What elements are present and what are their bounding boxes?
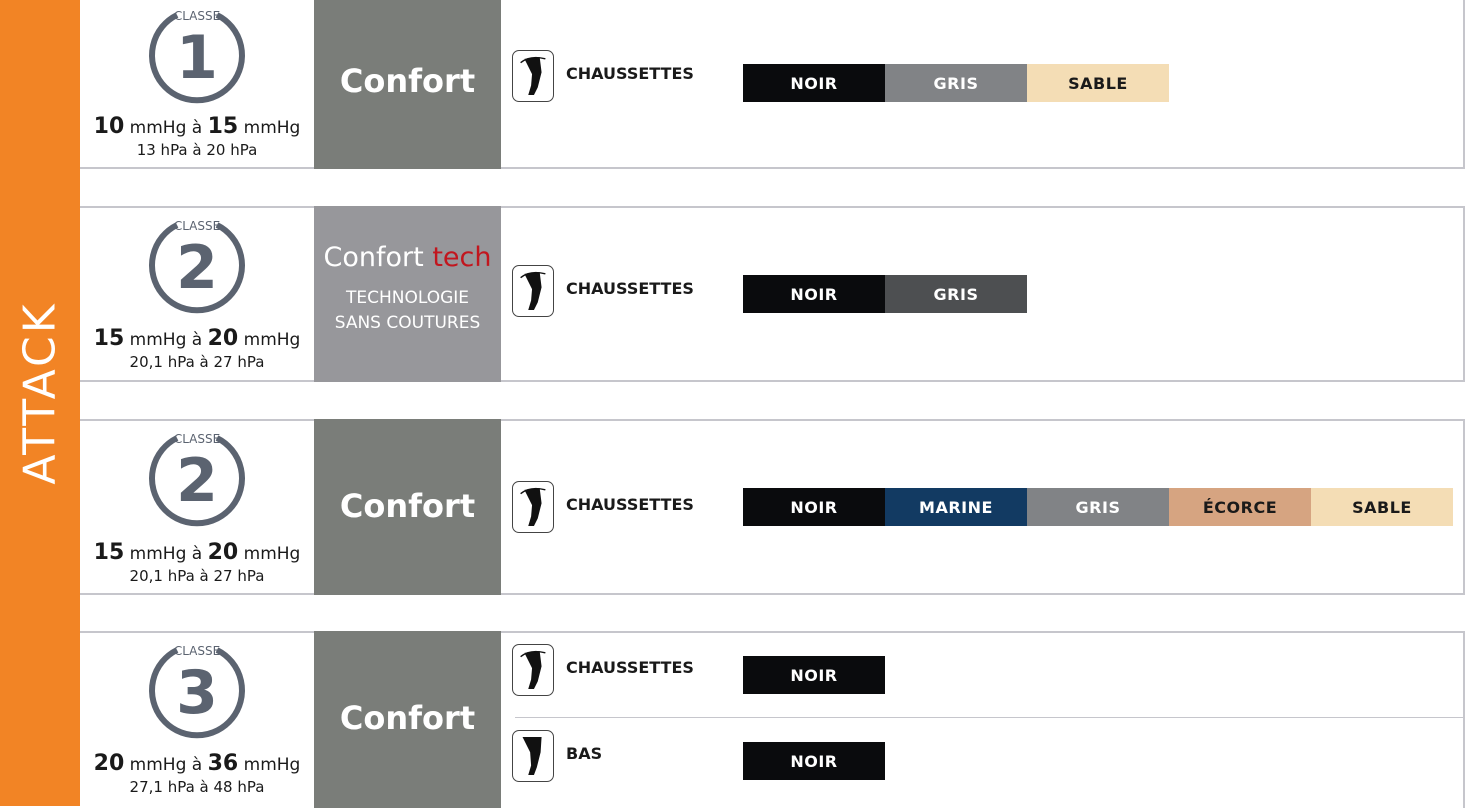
range-title: Confort — [339, 699, 476, 737]
range-cell: Confort — [314, 419, 501, 595]
sock-leg-icon — [512, 481, 554, 533]
class-badge-icon: 2 CLASSE — [149, 432, 245, 527]
color-swatches: NOIR MARINE GRIS ÉCORCE SABLE — [743, 488, 1453, 526]
swatch-noir: NOIR — [743, 742, 885, 780]
sock-leg-icon — [512, 50, 554, 102]
pressure-mmhg: 20 mmHg à 36 mmHg — [93, 751, 301, 776]
swatch-ecorce: ÉCORCE — [1169, 488, 1311, 526]
range-subtitle-2: SANS COUTURES — [334, 313, 481, 333]
color-swatches: NOIR — [743, 742, 885, 780]
pressure-mmhg: 15 mmHg à 20 mmHg — [93, 540, 301, 565]
class-badge-icon: 3 CLASSE — [149, 644, 245, 739]
swatch-gris: GRIS — [885, 275, 1027, 313]
class-number: 2 — [176, 446, 218, 516]
range-title: Confort — [339, 487, 476, 525]
pressure-hpa: 20,1 hPa à 27 hPa — [129, 353, 265, 371]
swatch-gris: GRIS — [1027, 488, 1169, 526]
range-cell: Confort tech TECHNOLOGIE SANS COUTURES — [314, 206, 501, 382]
pressure-hpa: 13 hPa à 20 hPa — [136, 141, 258, 159]
range-title: Confort tech — [323, 242, 492, 273]
class-cell: 2 CLASSE 15 mmHg à 20 mmHg 20,1 hPa à 27… — [80, 421, 314, 593]
class-label: CLASSE — [174, 219, 220, 233]
color-swatches: NOIR GRIS — [743, 275, 1027, 313]
class-cell: 3 CLASSE 20 mmHg à 36 mmHg 27,1 hPa à 48… — [80, 633, 314, 808]
range-cell: Confort — [314, 0, 501, 169]
product-divider — [515, 717, 1465, 718]
swatch-noir: NOIR — [743, 488, 885, 526]
class-label: CLASSE — [174, 432, 220, 446]
range-subtitle-1: TECHNOLOGIE — [345, 288, 470, 308]
sock-leg-icon — [512, 644, 554, 696]
stocking-leg-icon — [512, 730, 554, 782]
swatch-marine: MARINE — [885, 488, 1027, 526]
brand-sidebar: ATTACK — [0, 0, 80, 806]
class-row-4: 3 CLASSE 20 mmHg à 36 mmHg 27,1 hPa à 48… — [80, 631, 1465, 808]
class-label: CLASSE — [174, 9, 220, 23]
brand-label: ATTACK — [14, 301, 66, 485]
class-badge-icon: 1 CLASSE — [149, 9, 245, 104]
swatch-sable: SABLE — [1027, 64, 1169, 102]
pressure-hpa: 20,1 hPa à 27 hPa — [129, 567, 265, 585]
class-number: 2 — [176, 233, 218, 303]
color-swatches: NOIR — [743, 656, 885, 694]
class-row-3: 2 CLASSE 15 mmHg à 20 mmHg 20,1 hPa à 27… — [80, 419, 1465, 595]
swatch-noir: NOIR — [743, 275, 885, 313]
range-cell: Confort — [314, 631, 501, 808]
product-label: CHAUSSETTES — [566, 495, 694, 514]
range-title: Confort — [339, 62, 476, 100]
pressure-mmhg: 10 mmHg à 15 mmHg — [93, 114, 301, 139]
product-label: CHAUSSETTES — [566, 658, 694, 677]
class-cell: 1 CLASSE 10 mmHg à 15 mmHg 13 hPa à 20 h… — [80, 0, 314, 167]
sock-leg-icon — [512, 265, 554, 317]
class-row-1: 1 CLASSE 10 mmHg à 15 mmHg 13 hPa à 20 h… — [80, 0, 1465, 169]
class-badge-icon: 2 CLASSE — [149, 219, 245, 314]
class-row-2: 2 CLASSE 15 mmHg à 20 mmHg 20,1 hPa à 27… — [80, 206, 1465, 382]
class-cell: 2 CLASSE 15 mmHg à 20 mmHg 20,1 hPa à 27… — [80, 208, 314, 380]
pressure-hpa: 27,1 hPa à 48 hPa — [129, 778, 265, 796]
swatch-gris: GRIS — [885, 64, 1027, 102]
swatch-sable: SABLE — [1311, 488, 1453, 526]
class-label: CLASSE — [174, 644, 220, 658]
class-number: 3 — [176, 658, 218, 728]
swatch-noir: NOIR — [743, 64, 885, 102]
color-swatches: NOIR GRIS SABLE — [743, 64, 1169, 102]
product-label: BAS — [566, 744, 603, 763]
product-label: CHAUSSETTES — [566, 279, 694, 298]
pressure-mmhg: 15 mmHg à 20 mmHg — [93, 326, 301, 351]
class-number: 1 — [176, 23, 218, 93]
product-label: CHAUSSETTES — [566, 64, 694, 83]
swatch-noir: NOIR — [743, 656, 885, 694]
